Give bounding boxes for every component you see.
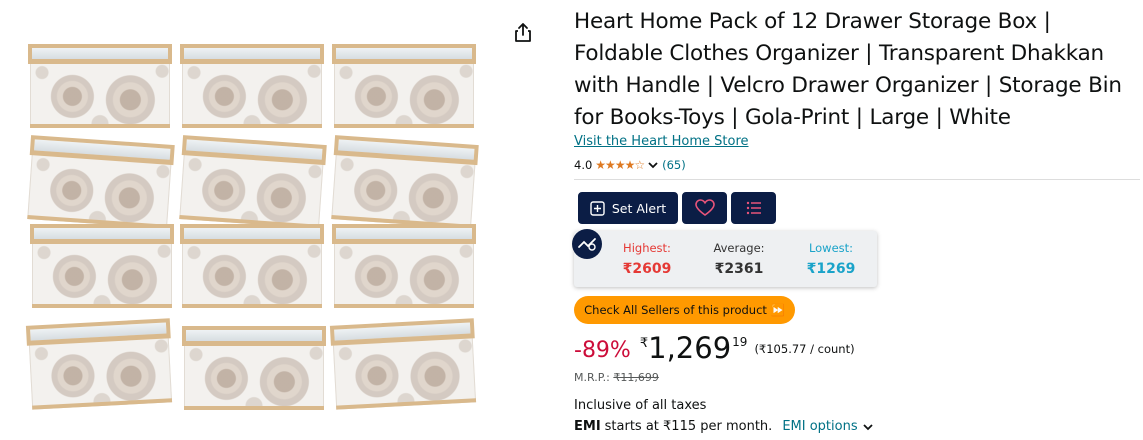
rating-value: 4.0 <box>574 158 593 172</box>
storage-box-image <box>332 224 476 308</box>
unit-price: (₹105.77 / count) <box>754 342 855 356</box>
add-to-wishlist-button[interactable] <box>682 192 727 224</box>
share-icon[interactable] <box>512 22 534 44</box>
lowest-price: Lowest: ₹1269 <box>786 241 876 277</box>
heart-icon <box>694 199 715 216</box>
storage-box-image <box>179 135 327 229</box>
set-alert-button[interactable]: Set Alert <box>578 192 678 224</box>
storage-box-image <box>180 224 324 308</box>
discount-percent: -89% <box>574 338 631 363</box>
plus-icon <box>590 200 605 216</box>
chevron-down-icon[interactable] <box>647 159 659 171</box>
tax-note: Inclusive of all taxes <box>574 398 707 413</box>
currency-symbol: ₹ <box>639 336 649 351</box>
highest-price: Highest: ₹2609 <box>602 241 692 277</box>
mrp: M.R.P.: ₹11,699 <box>574 371 659 384</box>
check-all-sellers-button[interactable]: Check All Sellers of this product ⏩ <box>574 296 795 324</box>
storage-box-image <box>331 135 479 229</box>
chevron-down-icon[interactable] <box>862 421 874 433</box>
emi-row: EMI starts at ₹115 per month. EMI option… <box>574 419 874 434</box>
list-icon <box>746 201 761 215</box>
storage-box-image <box>27 135 175 229</box>
storage-box-image <box>180 44 324 128</box>
storage-box-image <box>25 318 173 410</box>
storage-box-image <box>182 326 326 410</box>
average-price: Average: ₹2361 <box>694 241 784 277</box>
storage-box-image <box>28 44 172 128</box>
lowest-label: Lowest: <box>808 241 854 255</box>
emi-label: EMI <box>574 419 601 434</box>
highest-value: ₹2609 <box>622 261 672 277</box>
average-label: Average: <box>713 241 765 255</box>
mrp-label: M.R.P.: <box>574 371 610 384</box>
product-image[interactable] <box>0 0 505 440</box>
rating-count-link[interactable]: (65) <box>662 158 686 172</box>
price-fraction: 19 <box>732 335 748 349</box>
highest-label: Highest: <box>623 241 671 255</box>
average-value: ₹2361 <box>714 261 764 277</box>
star-icon[interactable]: ★★★★☆ <box>595 158 645 172</box>
price-history-box: Highest: ₹2609 Average: ₹2361 Lowest: ₹1… <box>572 229 877 287</box>
price-whole: 1,269 <box>648 331 732 365</box>
storage-box-image <box>329 318 477 410</box>
set-alert-label: Set Alert <box>611 200 667 216</box>
divider <box>574 179 1140 180</box>
price-chart-icon <box>572 229 602 259</box>
price-row: -89% ₹ 1,269 19 (₹105.77 / count) <box>574 332 855 364</box>
lowest-value: ₹1269 <box>806 261 856 277</box>
rating-row: 4.0 ★★★★☆ (65) <box>574 158 686 172</box>
store-link[interactable]: Visit the Heart Home Store <box>574 134 749 149</box>
storage-box-image <box>30 224 174 308</box>
emi-text: starts at ₹115 per month. <box>604 419 773 434</box>
product-title: Heart Home Pack of 12 Drawer Storage Box… <box>574 9 1122 130</box>
emi-options-link[interactable]: EMI options <box>782 419 857 434</box>
add-to-list-button[interactable] <box>731 192 776 224</box>
storage-box-image <box>332 44 476 128</box>
mrp-value: ₹11,699 <box>613 371 659 384</box>
